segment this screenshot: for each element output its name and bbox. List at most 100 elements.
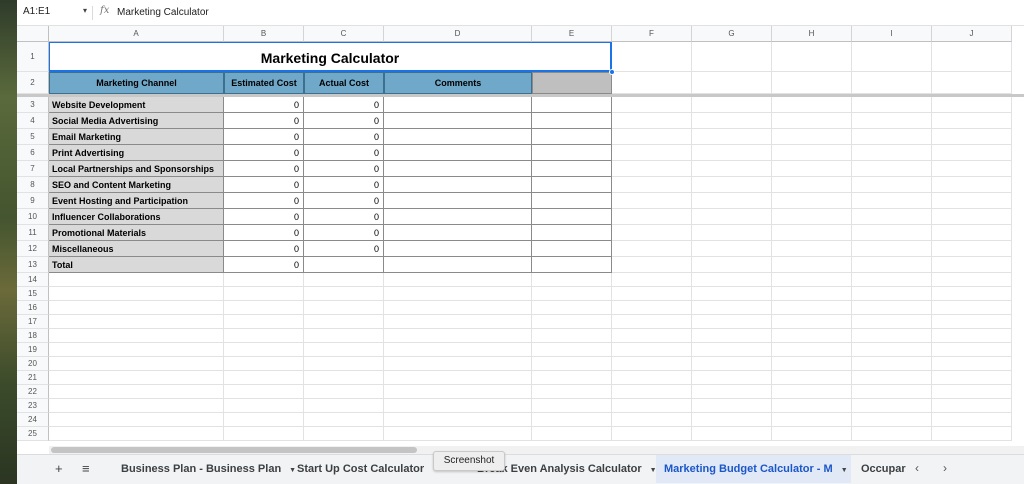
column-header[interactable]: I [852,26,932,42]
row-header[interactable]: 25 [17,427,49,441]
channel-name[interactable]: Local Partnerships and Sponsorships [49,161,224,177]
channel-name[interactable]: Website Development [49,97,224,113]
cell[interactable] [224,385,304,399]
estimated-cost-cell[interactable]: 0 [224,97,304,113]
actual-cost-cell[interactable]: 0 [304,193,384,209]
cell[interactable] [692,315,772,329]
cell[interactable] [932,413,1012,427]
actual-cost-cell[interactable]: 0 [304,177,384,193]
cell[interactable] [384,287,532,301]
cell[interactable] [772,193,852,209]
cell[interactable] [932,161,1012,177]
column-header[interactable]: C [304,26,384,42]
cell[interactable] [692,357,772,371]
cell[interactable] [932,72,1012,94]
cell[interactable] [384,427,532,441]
cell[interactable] [852,287,932,301]
cell[interactable] [772,315,852,329]
cell[interactable] [612,209,692,225]
cell[interactable] [612,315,692,329]
cell[interactable] [772,273,852,287]
actual-cost-cell[interactable]: 0 [304,161,384,177]
cell[interactable] [49,343,224,357]
tab-occupancy[interactable]: Occupar [853,455,909,483]
cell[interactable] [384,385,532,399]
cell[interactable] [772,177,852,193]
cell[interactable] [692,72,772,94]
cell[interactable] [932,241,1012,257]
channel-name[interactable]: Print Advertising [49,145,224,161]
cell[interactable] [532,209,612,225]
actual-cost-cell[interactable]: 0 [304,241,384,257]
cell[interactable] [532,301,612,315]
name-box[interactable]: A1:E1 ▾ [23,6,87,22]
header-empty-cell[interactable] [532,72,612,94]
cell[interactable] [304,343,384,357]
cell[interactable] [772,399,852,413]
column-title[interactable]: Actual Cost [304,72,384,94]
cell[interactable] [852,371,932,385]
cell[interactable] [49,329,224,343]
cell[interactable] [612,287,692,301]
cell[interactable] [852,301,932,315]
cell[interactable] [772,72,852,94]
cell[interactable] [384,371,532,385]
comments-cell[interactable] [384,193,532,209]
cell[interactable] [852,145,932,161]
cell[interactable] [852,97,932,113]
actual-cost-cell[interactable]: 0 [304,113,384,129]
cell[interactable] [224,343,304,357]
cell[interactable] [852,161,932,177]
estimated-cost-cell[interactable]: 0 [224,113,304,129]
estimated-cost-cell[interactable]: 0 [224,145,304,161]
column-header[interactable]: G [692,26,772,42]
cell[interactable] [532,315,612,329]
row-header[interactable]: 22 [17,385,49,399]
cell[interactable] [852,357,932,371]
row-header[interactable]: 21 [17,371,49,385]
cell[interactable] [932,357,1012,371]
cell[interactable] [932,329,1012,343]
cell[interactable] [772,161,852,177]
row-header[interactable]: 5 [17,129,49,145]
cell[interactable] [692,427,772,441]
cell[interactable] [852,193,932,209]
cell[interactable] [692,241,772,257]
cell[interactable] [532,399,612,413]
row-header[interactable]: 3 [17,97,49,113]
comments-cell[interactable] [384,129,532,145]
cell[interactable] [49,357,224,371]
all-sheets-menu-button[interactable]: ≡ [82,461,90,476]
formula-input[interactable]: Marketing Calculator [117,7,209,18]
cell[interactable] [612,357,692,371]
cell[interactable] [612,97,692,113]
cell[interactable] [49,371,224,385]
cell[interactable] [772,241,852,257]
channel-name[interactable]: Event Hosting and Participation [49,193,224,209]
cell[interactable] [772,371,852,385]
cell[interactable] [224,287,304,301]
cell[interactable] [612,113,692,129]
channel-name[interactable]: Email Marketing [49,129,224,145]
cell[interactable] [532,241,612,257]
estimated-cost-cell[interactable]: 0 [224,129,304,145]
cell[interactable] [692,413,772,427]
cell[interactable] [772,343,852,357]
estimated-cost-cell[interactable]: 0 [224,209,304,225]
selection-handle[interactable] [609,69,615,75]
row-header[interactable]: 13 [17,257,49,273]
cell[interactable] [532,225,612,241]
cell[interactable] [932,129,1012,145]
cell[interactable] [692,385,772,399]
comments-cell[interactable] [384,161,532,177]
cell[interactable] [932,145,1012,161]
estimated-cost-cell[interactable]: 0 [224,225,304,241]
cell[interactable] [532,273,612,287]
cell[interactable] [532,427,612,441]
cell[interactable] [304,287,384,301]
cell[interactable] [224,301,304,315]
cell[interactable] [692,97,772,113]
column-title[interactable]: Comments [384,72,532,94]
channel-name[interactable]: Miscellaneous [49,241,224,257]
cell[interactable] [532,357,612,371]
